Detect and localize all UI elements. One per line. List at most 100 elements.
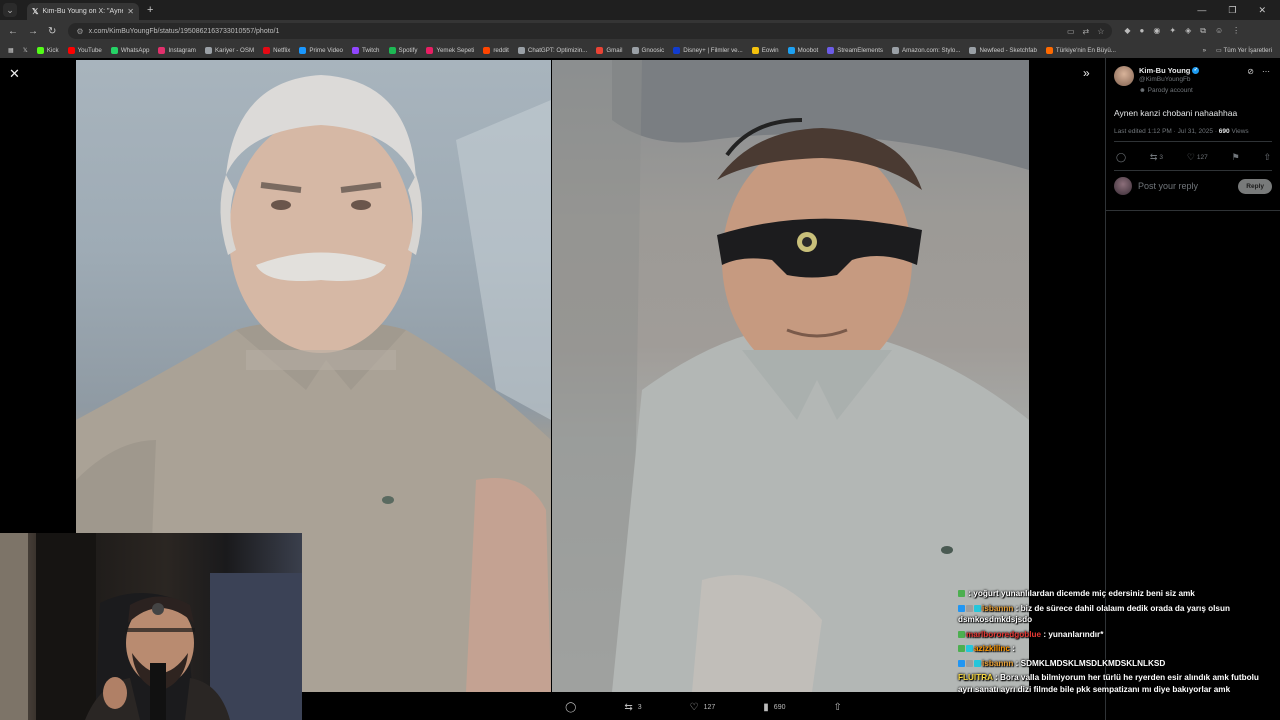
reply-input[interactable]: Post your reply — [1138, 181, 1232, 191]
grok-icon[interactable]: ⊘ — [1247, 67, 1254, 76]
retweet-icon: ⇆ — [1149, 152, 1158, 162]
bookmark-favicon-icon — [483, 46, 491, 54]
extensions-bar: ◆ ● ◉ ✦ ◈ ⧉ ☺ ⋮ — [1124, 26, 1240, 36]
post-views-label: Views — [1229, 128, 1249, 135]
bookmark-favicon-icon — [263, 46, 271, 54]
chat-message: azizkilinc : — [958, 643, 1274, 655]
new-tab-icon[interactable]: + — [147, 4, 153, 16]
menu-dots-icon[interactable]: ⋮ — [1232, 26, 1240, 36]
divider — [1114, 170, 1272, 171]
parody-mask-icon: ☻ — [1139, 87, 1148, 94]
translate-icon[interactable]: ⇄ — [1083, 27, 1090, 36]
bookmark-item[interactable]: Kariyer - OSM — [204, 46, 254, 54]
bookmark-item[interactable]: Gnoosic — [631, 46, 664, 54]
bookmark-item[interactable]: Spotify — [388, 46, 417, 54]
restore-icon[interactable]: ❐ — [1228, 5, 1236, 16]
chat-username[interactable]: isbannn — [982, 604, 1013, 613]
like-action[interactable]: ♡ 127 — [690, 702, 716, 713]
bookmark-item[interactable]: YouTube — [67, 46, 102, 54]
bookmarks-overflow-icon[interactable]: » — [1203, 47, 1206, 54]
chat-username[interactable]: FLUITRA — [958, 673, 993, 682]
chat-badge-icon — [958, 645, 965, 652]
extension-icon[interactable]: ◉ — [1153, 26, 1160, 36]
bookmark-favicon-icon — [631, 46, 639, 54]
bookmark-item[interactable]: Netflix — [263, 46, 290, 54]
tab-close-icon[interactable]: ✕ — [127, 7, 134, 16]
x-bookmark-icon[interactable]: 𝕏 — [23, 47, 28, 54]
post-author[interactable]: Kim-Bu Young ✓ @KimBuYoungFb ☻ Parody acc… — [1114, 66, 1200, 94]
chat-username[interactable]: isbannn — [982, 659, 1013, 668]
reply-submit-button[interactable]: Reply — [1238, 178, 1272, 194]
author-display-name[interactable]: Kim-Bu Young ✓ — [1139, 66, 1200, 75]
bookmark-label: Twitch — [361, 46, 380, 54]
bookmark-item[interactable]: Eowin — [751, 46, 779, 54]
cast-icon[interactable]: ▭ — [1067, 27, 1075, 36]
like-count: 127 — [1196, 154, 1208, 161]
profile-icon[interactable]: ☺ — [1215, 26, 1223, 36]
back-icon[interactable]: ← — [8, 26, 18, 37]
extension-icon[interactable]: ✦ — [1169, 26, 1176, 36]
share-icon: ⇧ — [833, 701, 842, 713]
bookmark-item[interactable]: Prime Video — [299, 46, 343, 54]
extension-icon[interactable]: ● — [1140, 26, 1145, 36]
bookmark-favicon-icon — [351, 46, 359, 54]
bookmark-item[interactable]: Gmail — [596, 46, 623, 54]
streamer-webcam — [0, 533, 302, 720]
bookmark-item[interactable]: Twitch — [351, 46, 380, 54]
all-bookmarks[interactable]: ▭ Tüm Yer İşaretleri — [1216, 47, 1272, 54]
bookmark-item[interactable]: WhatsApp — [110, 46, 149, 54]
tab-search-icon[interactable]: ⌄ — [3, 3, 17, 17]
share-action[interactable]: ⇧ — [833, 702, 841, 713]
window-close-icon[interactable]: ✕ — [1258, 5, 1266, 16]
retweet-action[interactable]: ⇆ 3 — [624, 702, 641, 713]
collapse-panel-icon[interactable]: » — [1083, 66, 1090, 80]
bookmark-item[interactable]: Instagram — [158, 46, 196, 54]
bookmark-favicon-icon — [969, 46, 977, 54]
bookmark-item[interactable]: StreamElements — [827, 46, 883, 54]
bookmark-star-icon[interactable]: ☆ — [1097, 27, 1104, 36]
bookmark-item[interactable]: Yemek Sepeti — [426, 46, 475, 54]
reply-action[interactable]: ◯ — [565, 702, 576, 713]
minimize-icon[interactable]: — — [1197, 5, 1206, 16]
forward-icon[interactable]: → — [28, 26, 38, 37]
close-viewer-icon[interactable]: ✕ — [9, 66, 20, 82]
site-info-icon[interactable]: ⚙ — [76, 27, 83, 36]
chat-username[interactable]: marlbororedgoblue — [966, 630, 1041, 639]
share-button[interactable]: ⇧ — [1263, 152, 1271, 163]
bookmark-item[interactable]: Amazon.com: Stylo... — [892, 46, 960, 54]
author-avatar[interactable] — [1114, 66, 1134, 86]
webcam-illustration — [0, 533, 302, 720]
extension-icon[interactable]: ◈ — [1185, 26, 1191, 36]
url-field[interactable]: ⚙ x.com/KimBuYoungFb/status/195086216373… — [68, 23, 1113, 39]
bookmark-item[interactable]: Kick — [36, 46, 59, 54]
chat-username[interactable]: azizkilinc — [974, 644, 1010, 653]
apps-grid-icon[interactable]: ▦ — [8, 47, 14, 54]
bookmark-item[interactable]: Moobot — [787, 46, 818, 54]
like-count: 127 — [703, 703, 716, 711]
bookmark-button[interactable]: ⚑ — [1232, 152, 1240, 163]
extensions-puzzle-icon[interactable]: ⧉ — [1200, 26, 1206, 36]
bookmark-favicon-icon — [596, 46, 604, 54]
reply-button[interactable]: ◯ — [1116, 152, 1126, 163]
bookmark-item[interactable]: reddit — [483, 46, 509, 54]
display-name-text: Kim-Bu Young — [1139, 66, 1191, 75]
bookmark-favicon-icon — [388, 46, 396, 54]
bookmark-label: Türkiye'nin En Büyü... — [1055, 46, 1116, 54]
reload-icon[interactable]: ↻ — [48, 26, 56, 37]
extension-icon[interactable]: ◆ — [1124, 26, 1130, 36]
more-options-icon[interactable]: ⋯ — [1262, 67, 1270, 76]
author-handle[interactable]: @KimBuYoungFb — [1139, 76, 1199, 83]
views-action[interactable]: ▮ 690 — [763, 702, 785, 713]
like-button[interactable]: ♡ 127 — [1187, 152, 1208, 163]
bookmark-item[interactable]: Türkiye'nin En Büyü... — [1045, 46, 1116, 54]
retweet-button[interactable]: ⇆ 3 — [1150, 152, 1163, 163]
browser-tab[interactable]: 𝕏 Kim-Bu Young on X: "Aynen ka ✕ — [27, 3, 139, 20]
bookmark-item[interactable]: Disney+ | Filmler ve... — [673, 46, 743, 54]
bookmark-item[interactable]: Newfeed - Sketchfab — [969, 46, 1037, 54]
bookmark-favicon-icon — [892, 46, 900, 54]
bookmark-label: Yemek Sepeti — [436, 46, 475, 54]
bookmark-item[interactable]: ChatGPT: Optimizin... — [517, 46, 587, 54]
all-bookmarks-label: Tüm Yer İşaretleri — [1223, 46, 1273, 54]
post-timestamp[interactable]: Last edited 1:12 PM · Jul 31, 2025 · — [1114, 128, 1219, 135]
reply-icon: ◯ — [565, 701, 577, 713]
